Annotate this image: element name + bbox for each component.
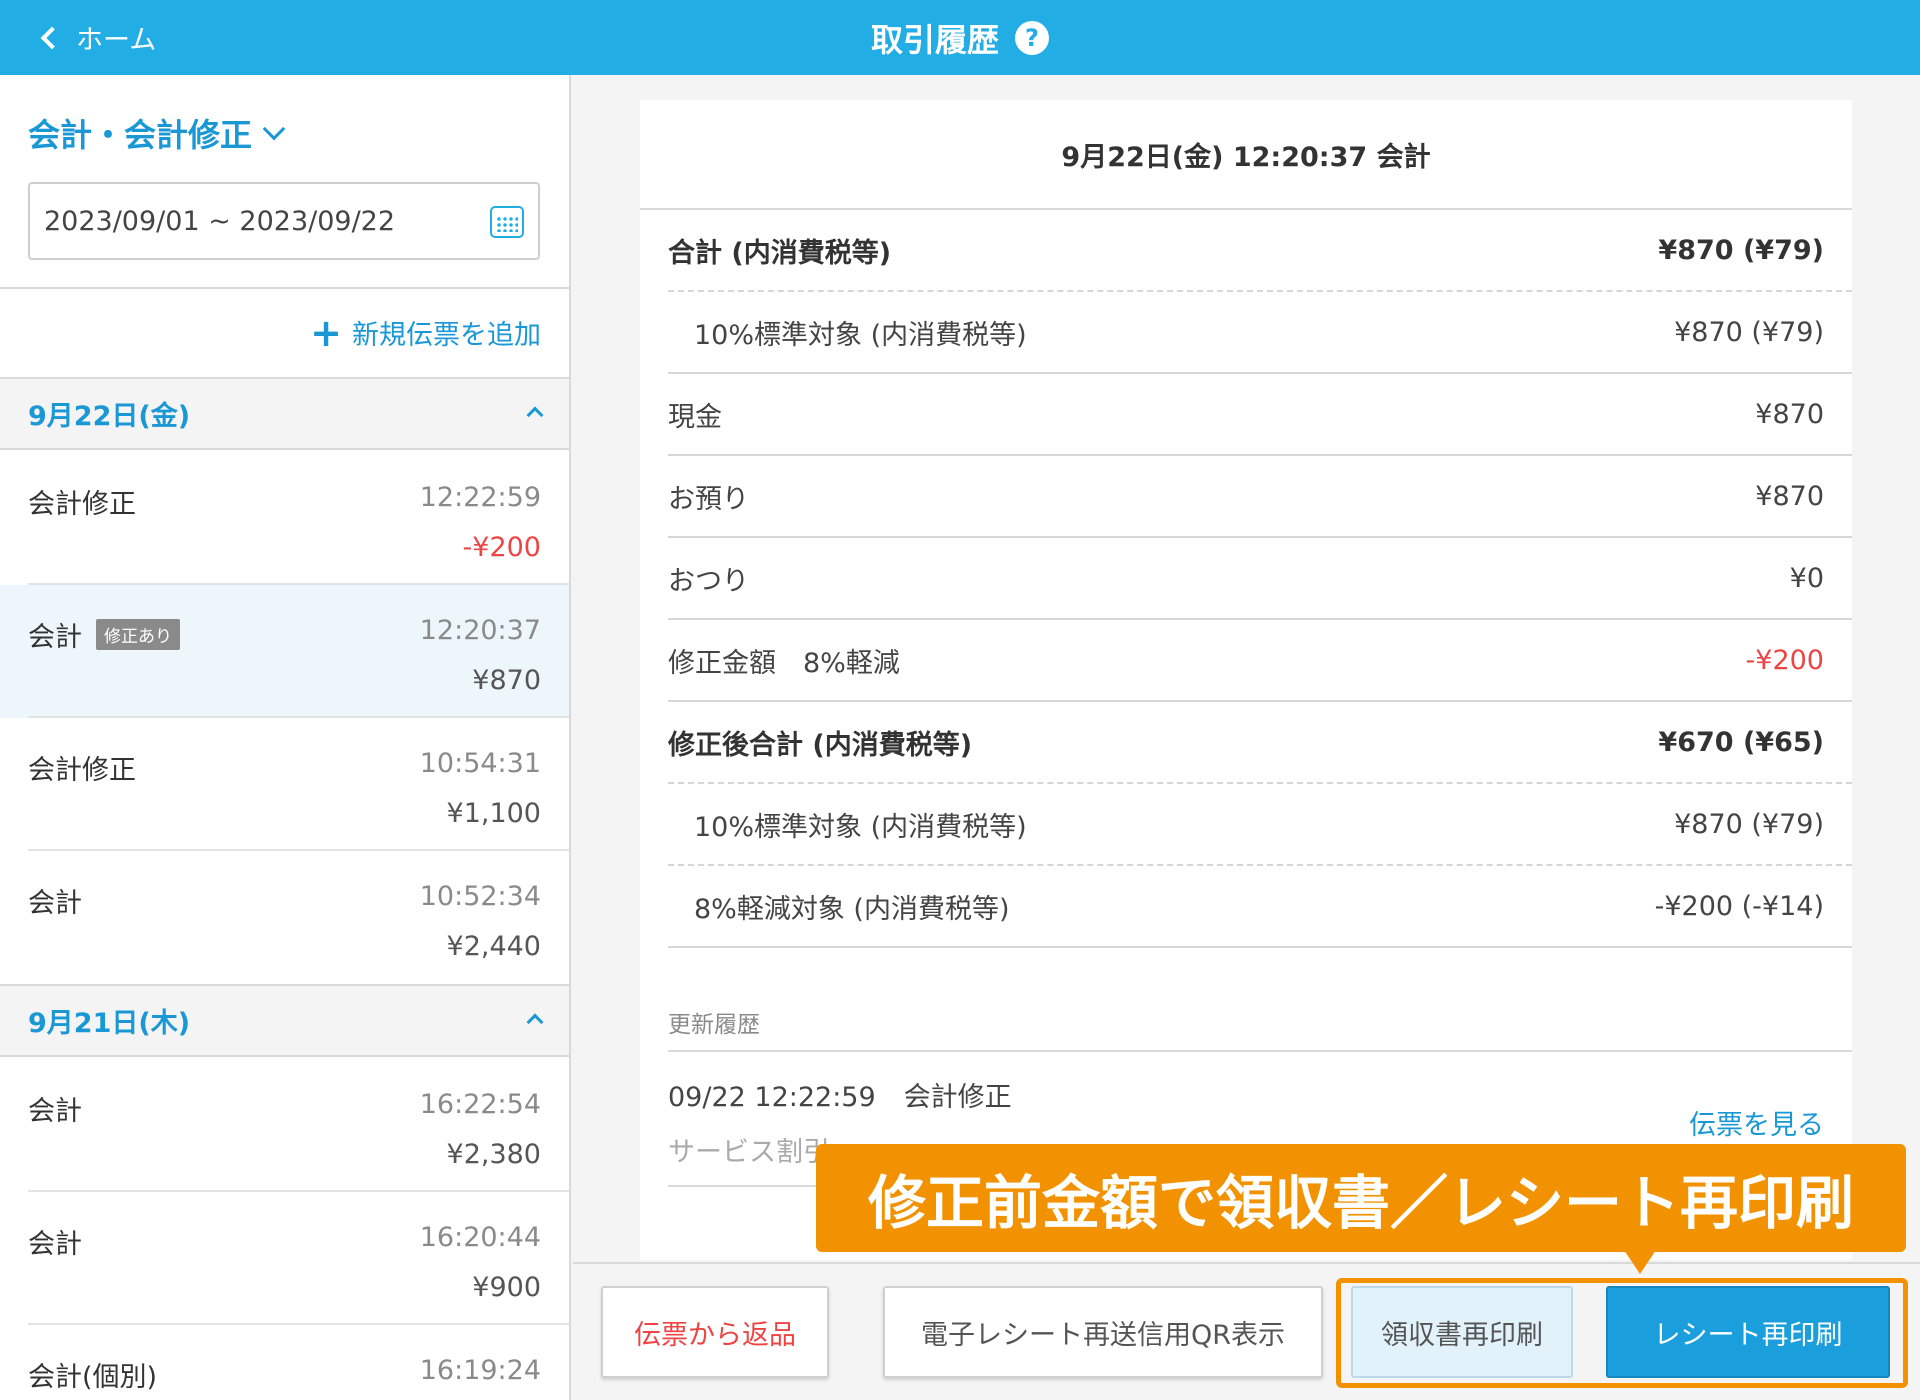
row-label: 修正後合計 (内消費税等): [668, 729, 973, 761]
history-datetime: 09/22 12:22:59: [668, 1082, 876, 1113]
divider: [668, 1050, 1852, 1052]
transaction-name: 会計: [28, 1222, 82, 1261]
transaction-row[interactable]: 会計 10:52:34 ¥2,440: [0, 851, 569, 984]
row-value: ¥670 (¥65): [1658, 726, 1824, 758]
modified-badge: 修正あり: [96, 619, 180, 650]
calendar-icon[interactable]: [490, 206, 524, 238]
received-row: お預り ¥870: [668, 456, 1852, 538]
row-value: ¥870 (¥79): [1674, 316, 1824, 348]
transaction-name: 会計修正: [28, 748, 136, 787]
view-slip-link[interactable]: 伝票を見る: [1689, 1103, 1824, 1142]
change-row: おつり ¥0: [668, 538, 1852, 620]
transaction-time: 16:20:44: [419, 1222, 541, 1253]
add-slip-button[interactable]: + 新規伝票を追加: [310, 313, 541, 352]
transaction-row[interactable]: 会計修正 12:22:59 -¥200: [0, 452, 569, 585]
row-label: 修正金額 8%軽減: [668, 647, 900, 679]
transaction-name-text: 会計修正: [28, 489, 136, 520]
transaction-detail-card: 9月22日(金) 12:20:37 会計 合計 (内消費税等) ¥870 (¥7…: [640, 100, 1852, 1260]
row-value: ¥870 (¥79): [1674, 808, 1824, 840]
row-value: ¥870: [1755, 398, 1824, 430]
history-subtext: サービス割引: [668, 1137, 830, 1168]
type-filter-label: 会計・会計修正: [28, 116, 253, 154]
row-value: ¥870: [1755, 480, 1824, 512]
add-slip-label: 新規伝票を追加: [352, 320, 541, 351]
transaction-name-text: 会計: [28, 622, 82, 653]
history-type: 会計修正: [903, 1082, 1012, 1113]
date-range-value: 2023/09/01 ~ 2023/09/22: [44, 205, 396, 237]
row-value: -¥200 (-¥14): [1654, 890, 1824, 922]
sidebar: 会計・会計修正 2023/09/01 ~ 2023/09/22 + 新規伝票を追…: [0, 75, 571, 1400]
tax10-row: 10%標準対象 (内消費税等) ¥870 (¥79): [668, 784, 1852, 866]
row-label: 合計 (内消費税等): [668, 237, 892, 269]
transaction-row[interactable]: 会計 16:20:44 ¥900: [0, 1192, 569, 1325]
reprint-slip-button[interactable]: レシート再印刷: [1606, 1286, 1890, 1378]
chevron-down-icon: [262, 117, 286, 141]
callout-annotation: 修正前金額で領収書／レシート再印刷: [816, 1144, 1906, 1252]
page-title: 取引履歴: [870, 20, 999, 59]
transaction-time: 12:22:59: [419, 482, 541, 513]
header-bar: ホーム 取引履歴 ?: [0, 0, 1920, 75]
row-label: 10%標準対象 (内消費税等): [694, 811, 1027, 843]
row-label: 8%軽減対象 (内消費税等): [694, 893, 1010, 925]
row-value: ¥0: [1789, 562, 1824, 594]
callout-pointer: [1624, 1250, 1656, 1274]
type-filter-dropdown[interactable]: 会計・会計修正: [28, 110, 286, 156]
detail-title: 9月22日(金) 12:20:37 会計: [640, 100, 1852, 210]
chevron-up-icon: [526, 406, 544, 424]
adjusted-total-row: 修正後合計 (内消費税等) ¥670 (¥65): [668, 702, 1852, 784]
row-label: 10%標準対象 (内消費税等): [694, 319, 1027, 351]
transaction-row[interactable]: 会計 16:22:54 ¥2,380: [0, 1059, 569, 1192]
transaction-amount: -¥200: [462, 532, 541, 563]
row-label: お預り: [668, 483, 749, 515]
day-header-label: 9月21日(木): [28, 1008, 191, 1039]
day-header[interactable]: 9月22日(金): [0, 377, 569, 450]
tax8-row: 8%軽減対象 (内消費税等) -¥200 (-¥14): [668, 866, 1852, 948]
transaction-name: 会計 修正あり: [28, 615, 180, 654]
return-from-slip-button[interactable]: 伝票から返品: [601, 1286, 829, 1378]
transaction-amount: ¥1,100: [446, 798, 541, 829]
transaction-amount: ¥870: [472, 665, 541, 696]
tax10-row: 10%標準対象 (内消費税等) ¥870 (¥79): [668, 292, 1852, 374]
transaction-row[interactable]: 会計修正 10:54:31 ¥1,100: [0, 718, 569, 851]
row-value: -¥200: [1745, 644, 1824, 676]
help-icon[interactable]: ?: [1015, 20, 1049, 55]
divider: [0, 287, 569, 289]
history-label: 更新履歴: [668, 1012, 760, 1038]
transaction-time: 16:19:24: [419, 1355, 541, 1386]
day-header-label: 9月22日(金): [28, 401, 191, 432]
transaction-name: 会計: [28, 1089, 82, 1128]
history-entry: 09/22 12:22:59 会計修正: [668, 1075, 1012, 1114]
transaction-name-text: 会計修正: [28, 755, 136, 786]
transaction-name-text: 会計: [28, 1096, 82, 1127]
reprint-receipt-button[interactable]: 領収書再印刷: [1351, 1286, 1573, 1378]
transaction-time: 16:22:54: [419, 1089, 541, 1120]
day-header[interactable]: 9月21日(木): [0, 984, 569, 1057]
date-range-field[interactable]: 2023/09/01 ~ 2023/09/22: [28, 182, 540, 260]
transaction-name-text: 会計: [28, 1229, 82, 1260]
row-value: ¥870 (¥79): [1658, 234, 1824, 266]
show-qr-button[interactable]: 電子レシート再送信用QR表示: [883, 1286, 1323, 1378]
transaction-name: 会計修正: [28, 482, 136, 521]
title-area: 取引履歴 ?: [0, 0, 1920, 75]
transaction-amount: ¥2,380: [446, 1139, 541, 1170]
adjustment-row: 修正金額 8%軽減 -¥200: [668, 620, 1852, 702]
transaction-amount: ¥2,440: [446, 931, 541, 962]
row-label: おつり: [668, 565, 749, 597]
transaction-row[interactable]: 会計(個別) 16:19:24: [0, 1325, 569, 1400]
transaction-name-text: 会計: [28, 888, 82, 919]
total-row: 合計 (内消費税等) ¥870 (¥79): [668, 210, 1852, 292]
action-bar: 伝票から返品 電子レシート再送信用QR表示 領収書再印刷 レシート再印刷: [573, 1262, 1920, 1400]
row-label: 現金: [668, 401, 722, 433]
plus-icon: +: [310, 310, 342, 355]
transaction-time: 10:52:34: [419, 881, 541, 912]
transaction-row-selected[interactable]: 会計 修正あり 12:20:37 ¥870: [0, 585, 569, 718]
transaction-time: 10:54:31: [419, 748, 541, 779]
transaction-name-text: 会計(個別): [28, 1362, 158, 1393]
transaction-name: 会計: [28, 881, 82, 920]
transaction-time: 12:20:37: [419, 615, 541, 646]
chevron-up-icon: [526, 1013, 544, 1031]
cash-row: 現金 ¥870: [668, 374, 1852, 456]
transaction-amount: ¥900: [472, 1272, 541, 1303]
transaction-name: 会計(個別): [28, 1355, 157, 1394]
